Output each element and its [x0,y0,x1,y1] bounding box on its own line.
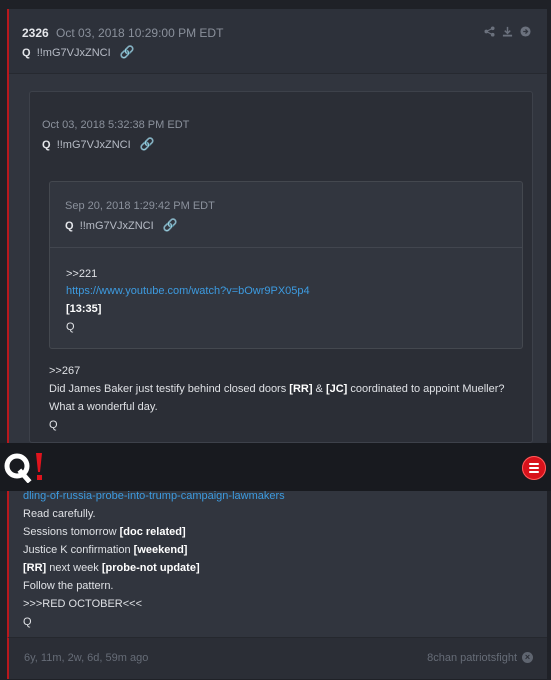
q1-text-a: Did James Baker just testify behind clos… [49,383,290,395]
quote1-sign: Q [49,419,58,431]
arrow-right-icon[interactable] [520,26,531,37]
quoted-post-2: Sep 20, 2018 1:29:42 PM EDT Q !!mG7VJxZN… [49,181,523,349]
q1-text-e: coordinated to appoint Mueller? [347,383,505,395]
quote2-header: Sep 20, 2018 1:29:42 PM EDT Q !!mG7VJxZN… [50,182,522,248]
quote2-reply-ref[interactable]: >>221 [66,268,97,280]
quote2-tripcode: !!mG7VJxZNCI [79,220,154,232]
quote2-author: Q !!mG7VJxZNCI 🔗 [65,218,178,232]
post-id: 2326 [22,26,49,40]
quote1-line3: What a wonderful day. [49,401,158,413]
post-author: Q !!mG7VJxZNCI 🔗 [22,45,135,59]
author-tripcode: !!mG7VJxZNCI [36,47,111,59]
quote2-author-name: Q [65,220,74,232]
sessions-bold: [doc related] [119,526,186,538]
rr-bold-2: [probe-not update] [101,562,200,574]
q1-text-jc: [JC] [325,383,348,395]
post-date: Oct 03, 2018 10:29:00 PM EDT [56,26,224,40]
quote1-reply-ref[interactable]: >>267 [49,365,80,377]
quoted-post-1: Oct 03, 2018 5:32:38 PM EDT Q !!mG7VJxZN… [29,91,533,443]
q1-text-rr: [RR] [289,383,313,395]
quote2-date: Sep 20, 2018 1:29:42 PM EDT [65,200,215,212]
quote1-author: Q !!mG7VJxZNCI 🔗 [42,137,155,151]
body-sign: Q [23,616,32,628]
body-red-october: >>>RED OCTOBER<<< [23,598,143,610]
menu-icon [529,463,539,465]
quote2-timestamp-text: [13:35] [66,303,102,315]
post-footer: 6y, 11m, 2w, 6d, 59m ago 8chan patriotsf… [7,637,547,679]
menu-icon-bar [529,467,539,469]
quote1-tripcode: !!mG7VJxZNCI [56,139,131,151]
link-icon[interactable]: 🔗 [163,218,178,232]
post-header: 2326 Oct 03, 2018 10:29:00 PM EDT Q !!mG… [9,9,547,74]
quote1-author-name: Q [42,139,51,151]
quote2-sign: Q [66,321,75,333]
justice-text: Justice K confirmation [23,544,134,556]
share-icon[interactable] [484,26,495,37]
menu-icon-bar [529,471,539,473]
time-ago: 6y, 11m, 2w, 6d, 59m ago [24,652,149,664]
quote2-timestamp: [13:35] [66,303,101,315]
link-icon[interactable]: 🔗 [140,137,155,151]
body-rr: [RR] next week [probe-not update] [23,562,200,574]
body-justice: Justice K confirmation [weekend] [23,544,187,556]
close-icon[interactable]: × [522,652,533,663]
body-read: Read carefully. [23,508,96,520]
source-board[interactable]: 8chan patriotsfight [427,652,517,664]
menu-button[interactable] [522,456,546,480]
sessions-text: Sessions tomorrow [23,526,120,538]
download-icon[interactable] [502,26,513,37]
quote1-question: Did James Baker just testify behind clos… [49,383,505,395]
top-bar-overlay [0,443,551,491]
body-sessions: Sessions tomorrow [doc related] [23,526,186,538]
post-card: 2326 Oct 03, 2018 10:29:00 PM EDT Q !!mG… [7,9,547,679]
justice-bold: [weekend] [133,544,188,556]
quote1-date: Oct 03, 2018 5:32:38 PM EDT [42,119,190,131]
quote2-youtube-link[interactable]: https://www.youtube.com/watch?v=bOwr9PX0… [66,285,310,297]
rr-bold: [RR] [23,562,47,574]
link-icon[interactable]: 🔗 [120,45,135,59]
article-link[interactable]: dling-of-russia-probe-into-trump-campaig… [23,490,285,502]
q-logo[interactable] [4,451,44,484]
author-name: Q [22,47,31,59]
post-actions [484,26,531,37]
q1-text-amp: & [312,383,326,395]
body-follow: Follow the pattern. [23,580,114,592]
rr-text: next week [46,562,102,574]
